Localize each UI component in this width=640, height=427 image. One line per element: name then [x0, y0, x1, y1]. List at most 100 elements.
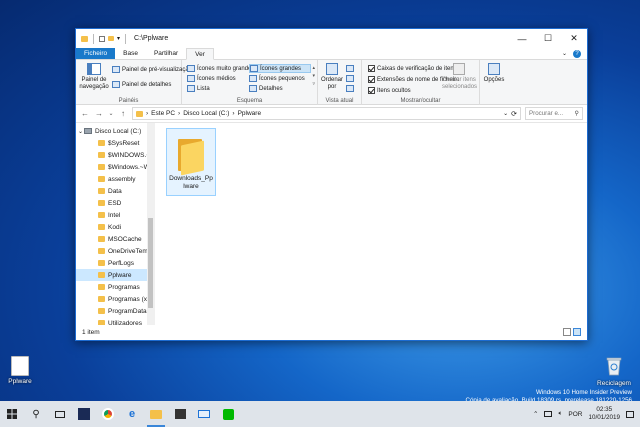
- taskbar-app-store[interactable]: [168, 401, 192, 427]
- details-pane-button[interactable]: Painel de detalhes: [112, 80, 192, 89]
- add-columns-icon[interactable]: [346, 75, 354, 82]
- help-icon[interactable]: ?: [573, 49, 581, 58]
- network-icon[interactable]: [544, 411, 553, 417]
- main-area: ⌄ Disco Local (C:) $SysReset $WINDOWS.~B $Wi…: [76, 123, 587, 325]
- desktop-icon-pplware[interactable]: Pplware: [0, 356, 40, 385]
- line-app-icon: [222, 408, 234, 420]
- qa-new-folder-icon[interactable]: [108, 36, 114, 41]
- tray-overflow-icon[interactable]: ⌃: [533, 410, 538, 418]
- nav-item[interactable]: Programas (x86): [76, 293, 154, 305]
- list-item[interactable]: Downloads_Pplware: [166, 128, 216, 196]
- taskbar-app-chrome[interactable]: [96, 401, 120, 427]
- hide-selected-button[interactable]: Ocultar itens selecionados: [442, 63, 477, 91]
- preview-pane-button[interactable]: Painel de pré-visualização: [112, 65, 192, 74]
- tab-ficheiro[interactable]: Ficheiro: [76, 48, 116, 59]
- nav-item[interactable]: $Windows.~WS: [76, 161, 154, 173]
- nav-item[interactable]: Intel: [76, 209, 154, 221]
- system-tray: ⌃ 🔈︎ POR 02:35 10/01/2019: [533, 406, 640, 422]
- options-button[interactable]: Opções: [482, 63, 506, 84]
- chrome-icon: [102, 408, 114, 420]
- nav-item[interactable]: assembly: [76, 173, 154, 185]
- collapse-ribbon-icon[interactable]: ⌄: [562, 50, 567, 57]
- layout-medium-icons[interactable]: Ícones médios: [187, 74, 249, 83]
- file-list: Downloads_Pplware: [155, 123, 587, 325]
- close-button[interactable]: ✕: [561, 29, 587, 48]
- tab-base[interactable]: Base: [115, 48, 146, 59]
- layout-scroll-icon[interactable]: ▴ ▾ ▿: [312, 64, 315, 88]
- nav-item-label: Utilizadores: [108, 319, 142, 326]
- breadcrumb-este-pc[interactable]: Este PC: [151, 110, 175, 117]
- nav-item[interactable]: $WINDOWS.~B: [76, 149, 154, 161]
- folder-icon: [136, 110, 143, 117]
- nav-item[interactable]: ESD: [76, 197, 154, 209]
- list-icon: [187, 85, 195, 92]
- start-button[interactable]: [0, 401, 24, 427]
- layout-small-icons[interactable]: Ícones pequenos: [249, 74, 311, 83]
- large-icons-view-icon[interactable]: [573, 328, 581, 336]
- quick-access-toolbar: ▾: [76, 33, 128, 44]
- document-icon: [11, 356, 29, 376]
- qa-dropdown-icon[interactable]: ▾: [117, 35, 120, 42]
- nav-item[interactable]: OneDriveTemp: [76, 245, 154, 257]
- details-view-icon[interactable]: [563, 328, 571, 336]
- nav-scroll-thumb[interactable]: [148, 218, 153, 308]
- navigation-pane: ⌄ Disco Local (C:) $SysReset $WINDOWS.~B $Wi…: [76, 123, 155, 325]
- layout-extra-large-icons[interactable]: Ícones muito grandes: [187, 64, 254, 73]
- taskbar-app-explorer[interactable]: [144, 401, 168, 427]
- maximize-button[interactable]: ☐: [535, 29, 561, 48]
- folder-icon: [98, 188, 105, 194]
- search-box[interactable]: Procurar e... ⚲: [525, 107, 583, 120]
- taskbar-app-pplware[interactable]: [72, 401, 96, 427]
- nav-item[interactable]: MSOCache: [76, 233, 154, 245]
- nav-item[interactable]: Data: [76, 185, 154, 197]
- nav-item-label: ESD: [108, 199, 122, 207]
- layout-large-icons[interactable]: Ícones grandes: [249, 64, 311, 73]
- back-button[interactable]: ←: [80, 109, 90, 118]
- clock[interactable]: 02:35 10/01/2019: [588, 406, 620, 422]
- layout-details[interactable]: Detalhes: [249, 84, 311, 93]
- nav-item[interactable]: Kodi: [76, 221, 154, 233]
- recent-dropdown-icon[interactable]: ⌄: [108, 110, 114, 117]
- nav-item[interactable]: Programas: [76, 281, 154, 293]
- minimize-button[interactable]: —: [509, 29, 535, 48]
- volume-icon[interactable]: 🔈︎: [558, 410, 562, 418]
- taskbar-app-edge[interactable]: e: [120, 401, 144, 427]
- windows-logo-icon: [7, 409, 17, 419]
- qa-properties-icon[interactable]: [99, 35, 105, 42]
- nav-item-label: OneDriveTemp: [108, 247, 152, 255]
- nav-scrollbar[interactable]: [147, 123, 154, 325]
- forward-button[interactable]: →: [94, 109, 104, 118]
- notifications-icon[interactable]: [626, 410, 634, 418]
- address-bar[interactable]: › Este PC › Disco Local (C:) › Pplware ⌄…: [132, 107, 521, 120]
- sort-by-button[interactable]: Ordenar por: [320, 63, 344, 91]
- nav-item[interactable]: ProgramData: [76, 305, 154, 317]
- nav-pane-button[interactable]: Painel de navegação: [79, 63, 109, 91]
- ribbon-tabs: Ficheiro Base Partilhar Ver ⌄ ?: [76, 48, 587, 60]
- search-taskbar-button[interactable]: ⚲: [24, 401, 48, 427]
- nav-item[interactable]: Utilizadores: [76, 317, 154, 325]
- address-dropdown-icon[interactable]: ⌄: [503, 110, 508, 117]
- nav-pane-icon: [87, 63, 101, 75]
- nav-item[interactable]: $SysReset: [76, 137, 154, 149]
- tab-ver[interactable]: Ver: [186, 48, 214, 60]
- language-indicator[interactable]: POR: [568, 411, 582, 418]
- nav-item-label: $SysReset: [108, 139, 140, 147]
- taskbar-app-line[interactable]: [216, 401, 240, 427]
- size-columns-icon[interactable]: [346, 85, 354, 92]
- task-view-button[interactable]: [48, 401, 72, 427]
- breadcrumb-disco-local[interactable]: Disco Local (C:): [183, 110, 229, 117]
- breadcrumb-pplware[interactable]: Pplware: [238, 110, 261, 117]
- tab-partilhar[interactable]: Partilhar: [146, 48, 186, 59]
- taskbar-app-mail[interactable]: [192, 401, 216, 427]
- up-button[interactable]: ↑: [118, 109, 128, 118]
- expand-chevron-icon[interactable]: ⌄: [78, 128, 83, 135]
- nav-item[interactable]: PerfLogs: [76, 257, 154, 269]
- refresh-icon[interactable]: ⟳: [511, 110, 517, 118]
- window-title: C:\Pplware: [134, 35, 169, 42]
- group-by-icon[interactable]: [346, 65, 354, 72]
- layout-list[interactable]: Lista: [187, 84, 249, 93]
- nav-item[interactable]: Pplware: [76, 269, 154, 281]
- nav-item-disco-local[interactable]: ⌄ Disco Local (C:): [76, 125, 154, 137]
- medium-icons-icon: [187, 75, 195, 82]
- desktop-icon-recycle-bin[interactable]: Reciclagem: [594, 356, 634, 387]
